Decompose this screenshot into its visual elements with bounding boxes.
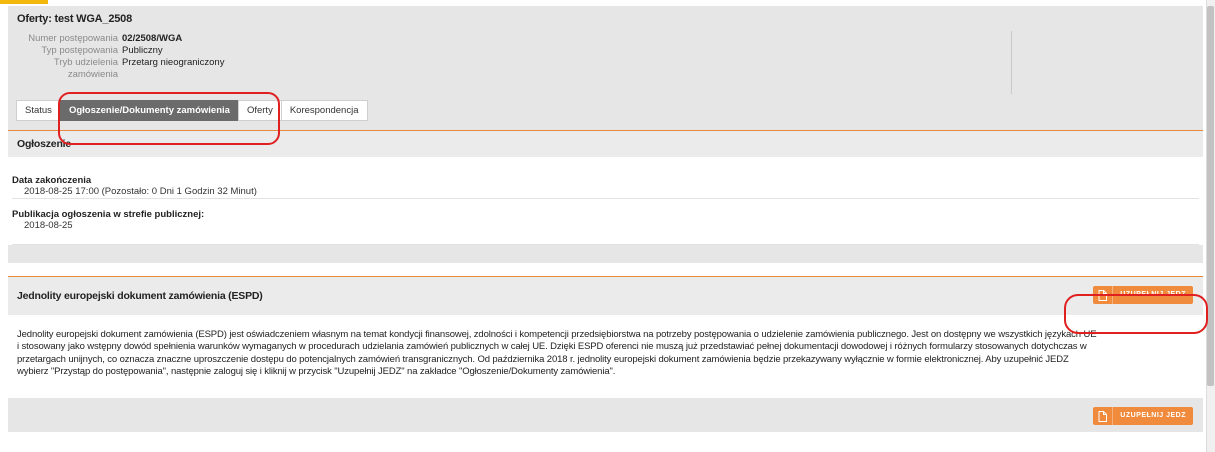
button-label: UZUPEŁNIJ JEDZ (1120, 291, 1186, 298)
meta-row-number: Numer postępowania 02/2508/WGA (15, 33, 182, 44)
tab-bar: Status Ogłoszenie/Dokumenty zamówienia O… (16, 100, 368, 121)
meta-value: 02/2508/WGA (122, 33, 183, 44)
page-title: Oferty: test WGA_2508 (17, 13, 133, 25)
espd-description: Jednolity europejski dokument zamówienia… (8, 315, 1203, 398)
field-end-date: Data zakończenia 2018-08-25 17:00 (Pozos… (12, 157, 1199, 199)
document-icon (1093, 407, 1114, 425)
tab-status[interactable]: Status (16, 100, 61, 121)
page-content: Oferty: test WGA_2508 Numer postępowania… (8, 6, 1203, 432)
meta-label: Numer postępowania (28, 33, 118, 44)
field-value: 2018-08-25 17:00 (Pozostało: 0 Dni 1 God… (24, 186, 257, 197)
meta-label: Tryb udzielenia (53, 57, 118, 68)
tab-announcement-documents[interactable]: Ogłoszenie/Dokumenty zamówienia (59, 100, 239, 121)
field-label: Publikacja ogłoszenia w strefie publiczn… (12, 209, 205, 220)
meta-label: zamówienia (67, 69, 118, 79)
espd-footer: UZUPEŁNIJ JEDZ (8, 398, 1203, 432)
procedure-meta: Numer postępowania 02/2508/WGA Typ postę… (15, 31, 1012, 94)
field-value: 2018-08-25 (24, 220, 73, 231)
spacer (8, 263, 1203, 276)
meta-value: Przetarg nieograniczony (122, 57, 225, 68)
meta-label: Typ postępowania (41, 45, 118, 56)
vertical-scrollbar[interactable] (1206, 0, 1215, 452)
offer-header: Oferty: test WGA_2508 Numer postępowania… (8, 6, 1203, 130)
section-footer-strip (8, 245, 1203, 263)
fill-jedz-button-top[interactable]: UZUPEŁNIJ JEDZ (1093, 286, 1193, 304)
meta-row-mode-cont: zamówienia (15, 69, 122, 79)
announcement-section-body: Data zakończenia 2018-08-25 17:00 (Pozos… (8, 157, 1203, 245)
field-label: Data zakończenia (12, 175, 92, 186)
top-accent-bar (0, 0, 48, 4)
espd-section-header: Jednolity europejski dokument zamówienia… (8, 277, 1203, 315)
description-line: Jednolity europejski dokument zamówienia… (17, 329, 1097, 340)
description-line: wybierz "Przystąp do postępowania", nast… (17, 365, 616, 377)
meta-row-type: Typ postępowania Publiczny (15, 45, 163, 56)
tab-correspondence[interactable]: Korespondencja (280, 100, 368, 121)
button-label: UZUPEŁNIJ JEDZ (1120, 412, 1186, 419)
description-line: i stosowany jako wstępny dowód spełnieni… (17, 341, 1087, 353)
meta-value: Publiczny (122, 45, 163, 56)
description-line: przetargach unijnych, co oznacza znaczne… (17, 353, 1069, 365)
tab-offers[interactable]: Oferty (237, 100, 282, 121)
announcement-section-title: Ogłoszenie (8, 131, 1203, 157)
field-publication-date: Publikacja ogłoszenia w strefie publiczn… (12, 199, 1199, 245)
scrollbar-thumb[interactable] (1207, 6, 1214, 386)
meta-row-mode: Tryb udzielenia Przetarg nieograniczony (15, 57, 225, 68)
fill-jedz-button-bottom[interactable]: UZUPEŁNIJ JEDZ (1093, 407, 1193, 425)
espd-section-title: Jednolity europejski dokument zamówienia… (17, 290, 263, 302)
document-icon (1093, 286, 1114, 304)
